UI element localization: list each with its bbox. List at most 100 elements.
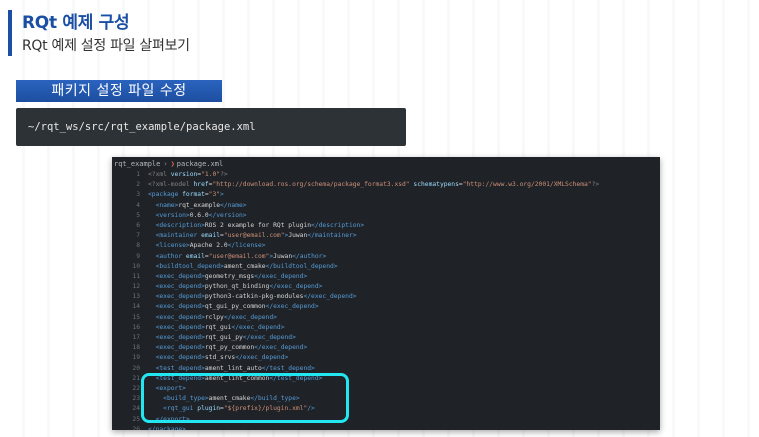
code-line: 14 <exec_depend>qt_gui_py_common</exec_d…: [112, 302, 660, 312]
xml-file-icon: ❯: [170, 160, 175, 168]
section-tab: 패키지 설정 파일 수정: [16, 80, 222, 102]
code-token: <exec_depend>: [148, 334, 205, 341]
code-token: ?>: [591, 181, 600, 189]
code-token: Apache 2.0: [189, 242, 228, 250]
code-area[interactable]: 1 <?xml version="1.0"?> 2 <?xml-model href=…: [112, 170, 660, 430]
code-line-text: <description>ROS 2 example for RQt plugi…: [148, 221, 365, 231]
code-token: </version>: [208, 211, 247, 219]
code-token: email: [201, 232, 221, 240]
chevron-right-icon: ›: [163, 160, 168, 168]
code-line: 5 <version>0.6.0</version>: [112, 211, 660, 221]
code-token: <?xml: [148, 171, 171, 178]
code-token: />: [307, 405, 315, 413]
breadcrumb-folder[interactable]: rqt_example: [114, 160, 160, 168]
code-line-text: <author email="user@email.com">Juwan</au…: [148, 252, 327, 262]
code-line: 17 <exec_depend>rqt_gui_py</exec_depend>: [112, 333, 660, 343]
code-token: </build_type>: [250, 395, 300, 403]
code-token: </exec_depend>: [269, 283, 323, 291]
code-token: </package>: [148, 425, 186, 430]
code-token: <test_depend>: [148, 364, 205, 372]
code-line: 20 <test_depend>ament_lint_auto</test_de…: [112, 364, 660, 374]
code-line-text: <export>: [148, 384, 186, 394]
code-line-text: <license>Apache 2.0</license>: [148, 241, 266, 251]
code-token: </description>: [311, 221, 365, 229]
code-line-text: <test_depend>ament_lint_auto</test_depen…: [148, 364, 315, 374]
code-token: "http://www.w3.org/2001/XMLSchema": [462, 181, 592, 189]
code-line-text: <version>0.6.0</version>: [148, 211, 247, 221]
code-token: Juwan: [288, 232, 308, 240]
code-token: <test_depend>: [148, 374, 205, 382]
line-number: 9: [136, 252, 140, 260]
code-line: 22 <export>: [112, 384, 660, 394]
code-line-text: <build_type>ament_cmake</build_type>: [148, 394, 300, 404]
code-line: 24 <rqt_gui plugin="${prefix}/plugin.xml…: [112, 404, 660, 414]
breadcrumb-file[interactable]: package.xml: [177, 160, 223, 168]
code-token: rqt_example: [178, 201, 221, 209]
code-line-text: </package>: [148, 425, 186, 430]
code-token: ament_cmake: [223, 262, 266, 270]
code-line: 11 <exec_depend>geometry_msgs</exec_depe…: [112, 272, 660, 282]
code-line: 3 <package format="3">: [112, 190, 660, 200]
code-token: </exec_depend>: [254, 344, 308, 352]
code-token: email: [185, 252, 205, 260]
code-token: ament_lint_common: [204, 374, 270, 382]
code-line-text: <buildtool_depend>ament_cmake</buildtool…: [148, 262, 338, 272]
code-token: ROS 2 example for RQt plugin: [204, 221, 312, 229]
code-token: <author: [148, 252, 186, 260]
line-number: 12: [132, 283, 140, 291]
line-number: 21: [132, 374, 140, 382]
code-token: rqt_py_common: [204, 344, 255, 352]
line-number: 22: [132, 384, 140, 392]
code-token: <exec_depend>: [148, 323, 205, 331]
code-line-text: <package format="3">: [148, 190, 224, 200]
code-token: </author>: [292, 252, 327, 260]
line-number: 8: [136, 242, 140, 250]
line-number: 18: [132, 344, 140, 352]
code-token: <exec_depend>: [148, 293, 205, 301]
code-line: 16 <exec_depend>rqt_gui</exec_depend>: [112, 323, 660, 333]
line-number: 15: [132, 313, 140, 321]
code-token: <exec_depend>: [148, 344, 205, 352]
code-token: </test_depend>: [269, 374, 323, 382]
code-line: 7 <maintainer email="user@email.com">Juw…: [112, 231, 660, 241]
code-line-text: <exec_depend>std_srvs</exec_depend>: [148, 353, 289, 363]
code-token: <package: [148, 191, 183, 199]
code-token: <name>: [148, 201, 179, 209]
code-line-text: <maintainer email="user@email.com">Juwan…: [148, 231, 357, 241]
code-token: </maintainer>: [307, 232, 357, 240]
code-line-text: <exec_depend>geometry_msgs</exec_depend>: [148, 272, 308, 282]
code-line-text: <exec_depend>qt_gui_py_common</exec_depe…: [148, 302, 319, 312]
code-token: qt_gui_py_common: [204, 303, 266, 311]
code-line-text: <exec_depend>rqt_py_common</exec_depend>: [148, 343, 308, 353]
code-line: 4 <name>rqt_example</name>: [112, 201, 660, 211]
code-token: <build_type>: [148, 395, 209, 403]
line-number: 11: [132, 272, 140, 280]
code-token: format: [182, 191, 205, 199]
code-line: 18 <exec_depend>rqt_py_common</exec_depe…: [112, 343, 660, 353]
line-number: 5: [136, 211, 140, 219]
code-token: "http://download.ros.org/schema/package_…: [212, 181, 410, 189]
code-token: ?>: [220, 171, 228, 178]
code-line: 6 <description>ROS 2 example for RQt plu…: [112, 221, 660, 231]
line-number: 10: [132, 262, 140, 270]
code-token: <export>: [148, 384, 186, 392]
code-token: </exec_depend>: [254, 272, 308, 280]
code-token: <exec_depend>: [148, 354, 205, 362]
code-token: rqt_gui_py: [204, 334, 243, 341]
line-number: 13: [132, 293, 140, 301]
code-token: "${prefix}/plugin.xml": [223, 405, 308, 413]
code-line-text: <name>rqt_example</name>: [148, 201, 247, 211]
code-token: plugin: [197, 405, 221, 413]
line-number: 20: [132, 364, 140, 372]
code-token: "1.0": [201, 171, 221, 178]
code-token: </exec_depend>: [231, 323, 285, 331]
code-token: </name>: [220, 201, 247, 209]
file-path-box: ~/rqt_ws/src/rqt_example/package.xml: [16, 108, 406, 146]
code-token: </exec_depend>: [265, 303, 319, 311]
code-token: href: [193, 181, 209, 189]
code-token: >: [220, 191, 224, 199]
code-token: 0.6.0: [189, 211, 209, 219]
code-token: std_srvs: [204, 354, 236, 362]
code-line-text: <rqt_gui plugin="${prefix}/plugin.xml"/>: [148, 404, 315, 414]
code-token: <exec_depend>: [148, 283, 205, 291]
